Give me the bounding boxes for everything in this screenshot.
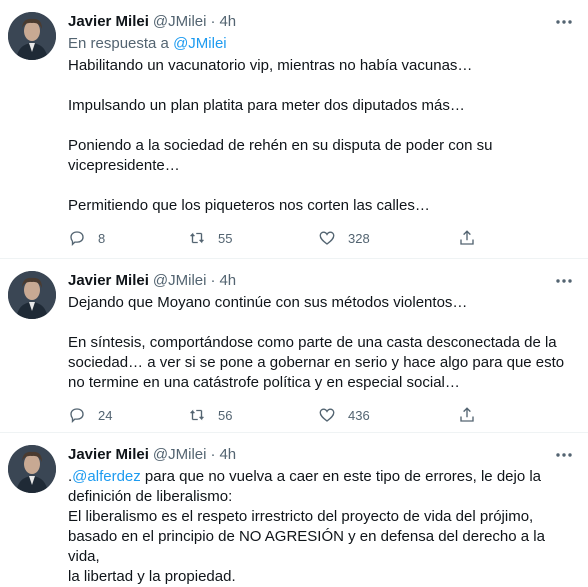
author-name[interactable]: Javier Milei [68, 271, 149, 291]
avatar[interactable] [8, 12, 56, 60]
avatar[interactable] [8, 271, 56, 319]
text-body: para que no vuelva a caer en este tipo d… [68, 468, 545, 585]
like-button[interactable]: 328 [318, 228, 428, 248]
reply-count: 8 [98, 230, 106, 246]
timestamp[interactable]: 4h [219, 271, 236, 291]
retweet-count: 56 [218, 407, 233, 423]
more-options-button[interactable] [552, 12, 576, 32]
author-handle[interactable]: @JMilei [153, 445, 207, 465]
heart-icon [319, 231, 335, 245]
share-icon [460, 230, 474, 245]
tweet-text: .@alferdez para que no vuelva a caer en … [68, 467, 572, 587]
more-icon [556, 20, 572, 24]
separator-dot: · [210, 13, 216, 30]
author-name[interactable]: Javier Milei [68, 12, 149, 32]
timestamp[interactable]: 4h [219, 12, 236, 32]
retweet-button[interactable]: 56 [188, 405, 288, 425]
tweet-text: Habilitando un vacunatorio vip, mientras… [68, 57, 493, 214]
retweet-count: 55 [218, 230, 233, 246]
avatar[interactable] [8, 445, 56, 493]
retweet-icon [190, 409, 204, 421]
heart-icon [319, 408, 335, 422]
separator-dot: · [210, 446, 216, 463]
author-name[interactable]: Javier Milei [68, 445, 149, 465]
reply-icon [70, 231, 84, 247]
separator-dot: · [210, 272, 216, 289]
reply-count: 24 [98, 407, 113, 423]
tweet-text: Dejando que Moyano continúe con sus méto… [68, 294, 565, 391]
share-button[interactable] [458, 405, 488, 425]
share-icon [460, 407, 474, 422]
reply-button[interactable]: 8 [68, 228, 158, 248]
tweet-thread: Javier Milei @JMilei · 4h En respuesta a… [0, 0, 588, 585]
reply-button[interactable]: 24 [68, 405, 158, 425]
more-options-button[interactable] [552, 445, 576, 465]
tweet[interactable]: Javier Milei @JMilei · 4h .@alferdez par… [0, 432, 588, 585]
more-options-button[interactable] [552, 271, 576, 291]
like-count: 436 [348, 407, 370, 423]
timestamp[interactable]: 4h [219, 445, 236, 465]
reply-context: En respuesta a @JMilei [68, 34, 572, 54]
retweet-icon [190, 232, 204, 244]
like-button[interactable]: 436 [318, 405, 428, 425]
tweet-actions: 8 55 328 [68, 228, 488, 248]
author-handle[interactable]: @JMilei [153, 12, 207, 32]
mention-link[interactable]: @alferdez [72, 468, 141, 485]
reply-icon [70, 408, 84, 424]
author-handle[interactable]: @JMilei [153, 271, 207, 291]
more-icon [556, 279, 572, 283]
retweet-button[interactable]: 55 [188, 228, 288, 248]
tweet[interactable]: Javier Milei @JMilei · 4h Dejando que Mo… [0, 258, 588, 432]
share-button[interactable] [458, 228, 488, 248]
like-count: 328 [348, 230, 370, 246]
reply-prefix: En respuesta a [68, 35, 169, 52]
reply-mention-link[interactable]: @JMilei [173, 35, 227, 52]
tweet[interactable]: Javier Milei @JMilei · 4h En respuesta a… [0, 0, 588, 258]
more-icon [556, 453, 572, 457]
tweet-actions: 24 56 436 [68, 405, 488, 425]
